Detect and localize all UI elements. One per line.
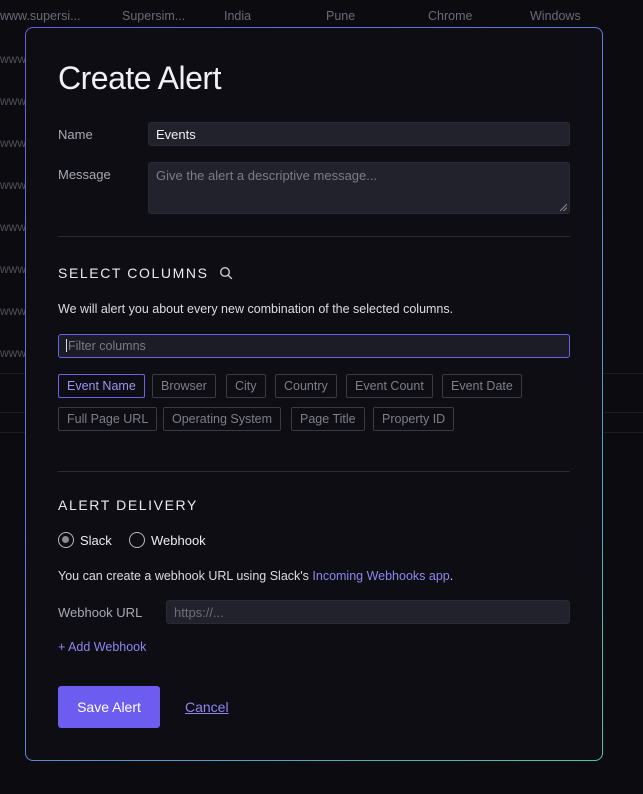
table-cell: Pune [326,9,356,23]
table-cell: www [0,304,26,318]
table-cell: India [224,9,252,23]
save-alert-button[interactable]: Save Alert [58,686,160,728]
column-chip-event-count[interactable]: Event Count [346,374,433,398]
webhook-info-text: You can create a webhook URL using Slack… [58,569,453,583]
message-label: Message [58,167,111,182]
text-caret [66,339,67,352]
webhook-url-label: Webhook URL [58,605,143,620]
table-cell: www [0,346,26,360]
column-chip-page-title[interactable]: Page Title [291,407,365,431]
table-cell: www [0,94,26,108]
search-icon[interactable] [219,266,233,280]
webhook-radio-label[interactable]: Webhook [151,533,206,548]
message-placeholder: Give the alert a descriptive message... [156,168,378,183]
message-textarea[interactable]: Give the alert a descriptive message... [148,162,570,214]
webhook-info-suffix: . [449,569,454,583]
table-cell: www [0,178,26,192]
add-webhook-button[interactable]: + Add Webhook [58,640,146,654]
table-cell: Supersim... [122,9,186,23]
select-columns-description: We will alert you about every new combin… [58,302,454,316]
column-chip-country[interactable]: Country [275,374,337,398]
table-cell: www [0,52,26,66]
section-divider [58,471,570,472]
column-chip-event-date[interactable]: Event Date [442,374,522,398]
select-columns-title: SELECT COLUMNS [58,265,209,281]
table-cell: www [0,220,26,234]
slack-radio[interactable] [58,532,74,548]
create-alert-modal: Create Alert Name Events Message Give th… [25,27,603,761]
column-chip-city[interactable]: City [226,374,266,398]
table-cell: www [0,262,26,276]
column-chip-browser[interactable]: Browser [152,374,216,398]
webhook-radio[interactable] [129,532,145,548]
select-columns-heading: SELECT COLUMNS [58,265,233,281]
column-chip-property-id[interactable]: Property ID [373,407,455,431]
column-chip-full-page-url[interactable]: Full Page URL [58,407,158,431]
section-divider [58,236,570,237]
table-cell: Chrome [428,9,473,23]
filter-columns-input[interactable]: Filter columns [58,334,570,358]
filter-placeholder: Filter columns [68,339,146,353]
table-cell: www.supersi... [0,9,81,23]
column-chip-event-name[interactable]: Event Name [58,374,145,398]
name-input[interactable]: Events [148,122,570,146]
name-label: Name [58,127,93,142]
webhook-url-input[interactable]: https://... [166,600,570,624]
column-chip-operating-system[interactable]: Operating System [163,407,282,431]
slack-radio-label[interactable]: Slack [80,533,112,548]
cancel-button[interactable]: Cancel [185,699,229,715]
modal-title: Create Alert [58,60,221,96]
alert-delivery-heading: ALERT DELIVERY [58,497,198,513]
table-cell: www [0,136,26,150]
table-cell: Windows [530,9,581,23]
resize-grip-icon[interactable] [559,203,567,211]
webhook-info-prefix: You can create a webhook URL using Slack… [58,569,313,583]
incoming-webhooks-link[interactable]: Incoming Webhooks app [312,569,449,583]
